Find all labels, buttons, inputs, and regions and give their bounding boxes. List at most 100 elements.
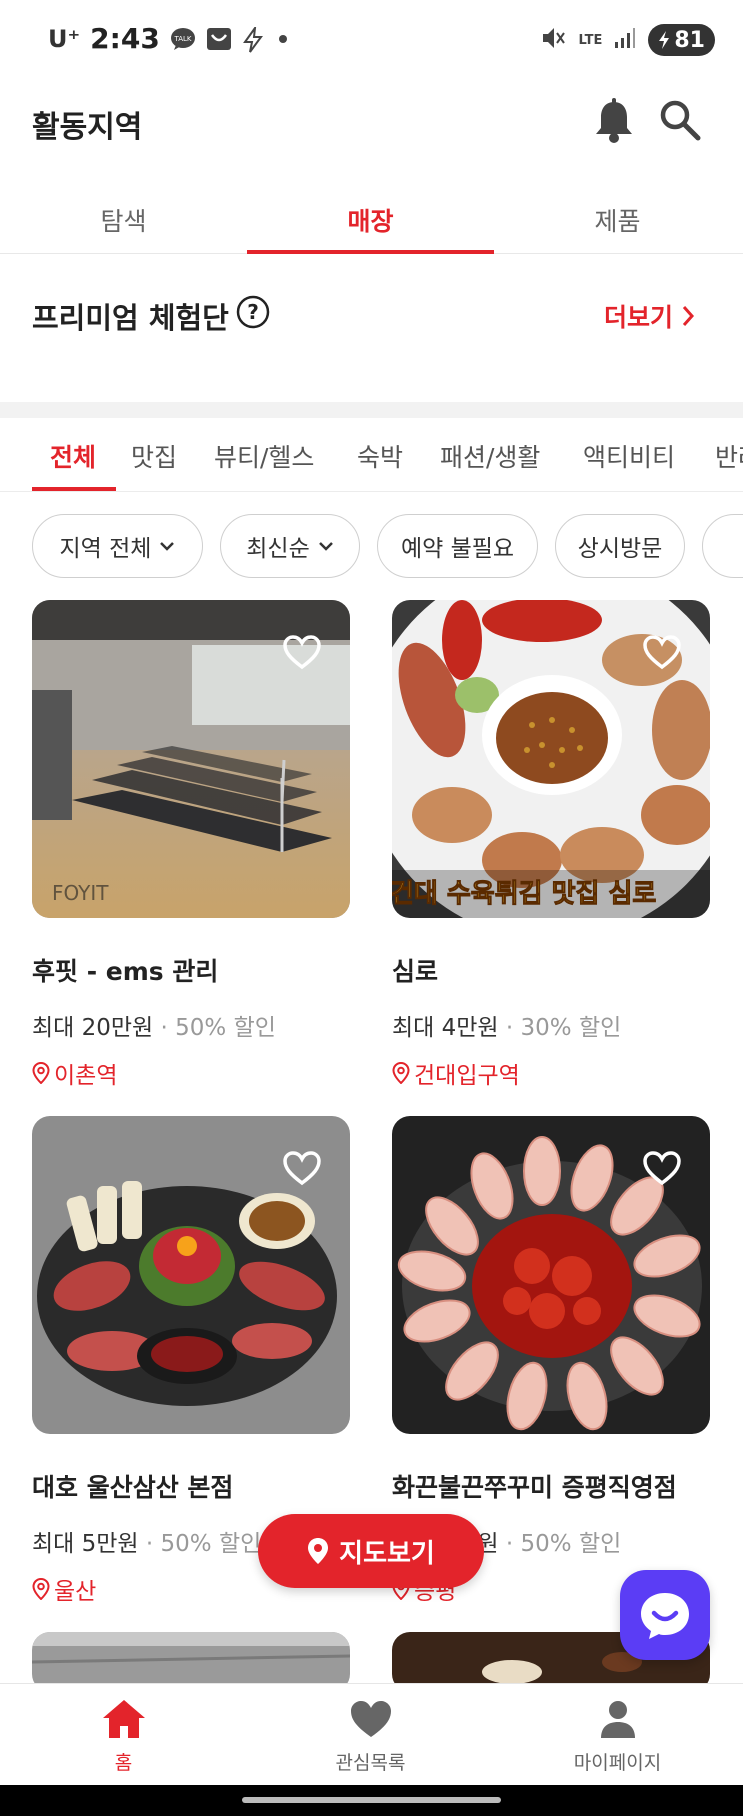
status-time: 2:43 bbox=[90, 22, 160, 55]
chat-icon bbox=[641, 1593, 689, 1639]
section-divider bbox=[0, 402, 743, 418]
location-pin-icon bbox=[32, 1062, 50, 1084]
battery-indicator: 81 bbox=[648, 24, 715, 56]
store-location: 이촌역 bbox=[32, 1056, 350, 1090]
home-icon bbox=[102, 1700, 145, 1738]
store-title[interactable]: 후핏 - ems 관리 bbox=[32, 952, 350, 988]
price-text: 최대 4만원 bbox=[392, 1015, 499, 1041]
discount-text: 30% 할인 bbox=[520, 1015, 622, 1041]
location-pin-icon bbox=[308, 1538, 329, 1564]
category-activity[interactable]: 액티비티 bbox=[583, 438, 675, 474]
category-food[interactable]: 맛집 bbox=[131, 438, 177, 474]
chevron-down-icon bbox=[160, 542, 175, 551]
bell-icon[interactable] bbox=[592, 98, 636, 148]
chevron-right-icon bbox=[682, 306, 695, 326]
separator: · bbox=[505, 1015, 521, 1041]
heart-icon[interactable] bbox=[282, 1150, 322, 1186]
chevron-down-icon bbox=[318, 542, 333, 551]
store-image[interactable]: 건대 수육튀김 맛집 심로 bbox=[392, 600, 710, 918]
nav-mypage[interactable]: 마이페이지 bbox=[494, 1684, 741, 1785]
bottom-nav: 홈 관심목록 마이페이지 bbox=[0, 1683, 743, 1785]
more-link[interactable]: 더보기 bbox=[604, 298, 695, 334]
store-title[interactable]: 심로 bbox=[392, 952, 710, 988]
top-tabs: 탐색 매장 제품 bbox=[0, 184, 743, 254]
discount-text: 50% 할인 bbox=[175, 1015, 276, 1041]
premium-title-text: 프리미엄 체험단 bbox=[32, 300, 229, 335]
premium-section: 프리미엄 체험단 ? 더보기 bbox=[0, 290, 743, 350]
nav-favorites-label: 관심목록 bbox=[335, 1752, 406, 1774]
discount-text: 50% 할인 bbox=[160, 1531, 262, 1557]
store-location: 건대입구역 bbox=[392, 1056, 710, 1090]
svg-text:TALK: TALK bbox=[173, 35, 191, 43]
filter-no-reservation-label: 예약 불필요 bbox=[400, 536, 515, 562]
location-pin-icon bbox=[32, 1578, 50, 1600]
filter-region[interactable]: 지역 전체 bbox=[32, 514, 203, 578]
heart-icon[interactable] bbox=[642, 634, 682, 670]
filter-anytime-visit[interactable]: 상시방문 bbox=[555, 514, 685, 578]
battery-bolt-icon bbox=[659, 31, 670, 49]
image-caption: 건대 수육튀김 맛집 심로 bbox=[392, 879, 656, 909]
separator: · bbox=[145, 1531, 161, 1557]
more-link-label: 더보기 bbox=[603, 303, 673, 332]
store-title[interactable]: 화끈불끈쭈꾸미 증평직영점 bbox=[392, 1468, 710, 1504]
price-text: 최대 20만원 bbox=[32, 1015, 154, 1041]
mail-notification-icon bbox=[206, 27, 232, 51]
separator: · bbox=[505, 1531, 521, 1557]
filter-region-label: 지역 전체 bbox=[59, 536, 152, 562]
map-view-button[interactable]: 지도보기 bbox=[258, 1514, 484, 1588]
category-tabs: 전체 맛집 뷰티/헬스 숙박 패션/생활 액티비티 반려 bbox=[0, 418, 743, 492]
network-label: LTE bbox=[578, 32, 603, 48]
chat-button[interactable] bbox=[620, 1570, 710, 1660]
store-image[interactable] bbox=[32, 1116, 350, 1434]
status-left: U⁺ 2:43 TALK bbox=[48, 22, 288, 55]
store-card[interactable]: 건대 수육튀김 맛집 심로 심로 최대 4만원 · 30% 할인 건대입구역 bbox=[392, 600, 710, 1090]
help-icon[interactable]: ? bbox=[235, 294, 271, 337]
filter-no-reservation[interactable]: 예약 불필요 bbox=[377, 514, 538, 578]
search-icon[interactable] bbox=[658, 98, 702, 146]
nav-home[interactable]: 홈 bbox=[0, 1684, 247, 1785]
category-all[interactable]: 전체 bbox=[50, 438, 96, 474]
location-pin-icon bbox=[392, 1062, 410, 1084]
heart-icon bbox=[350, 1701, 391, 1737]
tab-stores[interactable]: 매장 bbox=[247, 184, 494, 254]
filter-chips: 지역 전체 최신순 예약 불필요 상시방문 bbox=[0, 514, 743, 580]
filter-anytime-visit-label: 상시방문 bbox=[577, 536, 663, 562]
home-indicator[interactable] bbox=[242, 1797, 501, 1803]
location-text: 건대입구역 bbox=[414, 1063, 520, 1089]
nav-home-label: 홈 bbox=[114, 1752, 133, 1774]
separator: · bbox=[160, 1015, 176, 1041]
nav-favorites[interactable]: 관심목록 bbox=[247, 1684, 494, 1785]
category-fashion[interactable]: 패션/생활 bbox=[440, 438, 540, 474]
page-title[interactable]: 활동지역 bbox=[32, 102, 142, 146]
filter-sort-label: 최신순 bbox=[246, 536, 310, 562]
location-text: 이촌역 bbox=[54, 1063, 118, 1089]
tab-explore[interactable]: 탐색 bbox=[0, 184, 247, 253]
store-price: 최대 4만원 · 30% 할인 bbox=[392, 1008, 710, 1042]
heart-icon[interactable] bbox=[282, 634, 322, 670]
signal-icon bbox=[614, 27, 636, 53]
filter-sort[interactable]: 최신순 bbox=[220, 514, 360, 578]
user-icon bbox=[600, 1701, 635, 1738]
discount-text: 50% 할인 bbox=[520, 1531, 622, 1557]
svg-text:FOYIT: FOYIT bbox=[52, 881, 109, 905]
filter-more[interactable] bbox=[702, 514, 743, 578]
store-price: 최대 20만원 · 50% 할인 bbox=[32, 1008, 350, 1042]
store-card[interactable]: FOYIT 후핏 - ems 관리 최대 20만원 · 50% 할인 이촌역 bbox=[32, 600, 350, 1090]
location-text: 울산 bbox=[54, 1579, 97, 1605]
category-pet[interactable]: 반려 bbox=[715, 438, 743, 474]
premium-title: 프리미엄 체험단 ? bbox=[32, 294, 271, 337]
svg-text:?: ? bbox=[247, 300, 259, 324]
category-beauty[interactable]: 뷰티/헬스 bbox=[214, 438, 314, 474]
category-stay[interactable]: 숙박 bbox=[357, 438, 403, 474]
nav-mypage-label: 마이페이지 bbox=[573, 1752, 662, 1774]
heart-icon[interactable] bbox=[642, 1150, 682, 1186]
status-right: LTE 81 bbox=[540, 24, 715, 56]
tab-products[interactable]: 제품 bbox=[494, 184, 741, 253]
store-title[interactable]: 대호 울산삼산 본점 bbox=[32, 1468, 350, 1504]
store-image[interactable] bbox=[392, 1116, 710, 1434]
app-header: 활동지역 bbox=[0, 90, 743, 160]
charging-bolt-icon bbox=[242, 23, 268, 53]
store-image[interactable]: FOYIT bbox=[32, 600, 350, 918]
mute-icon bbox=[540, 25, 566, 55]
talk-notification-icon: TALK bbox=[170, 27, 196, 51]
